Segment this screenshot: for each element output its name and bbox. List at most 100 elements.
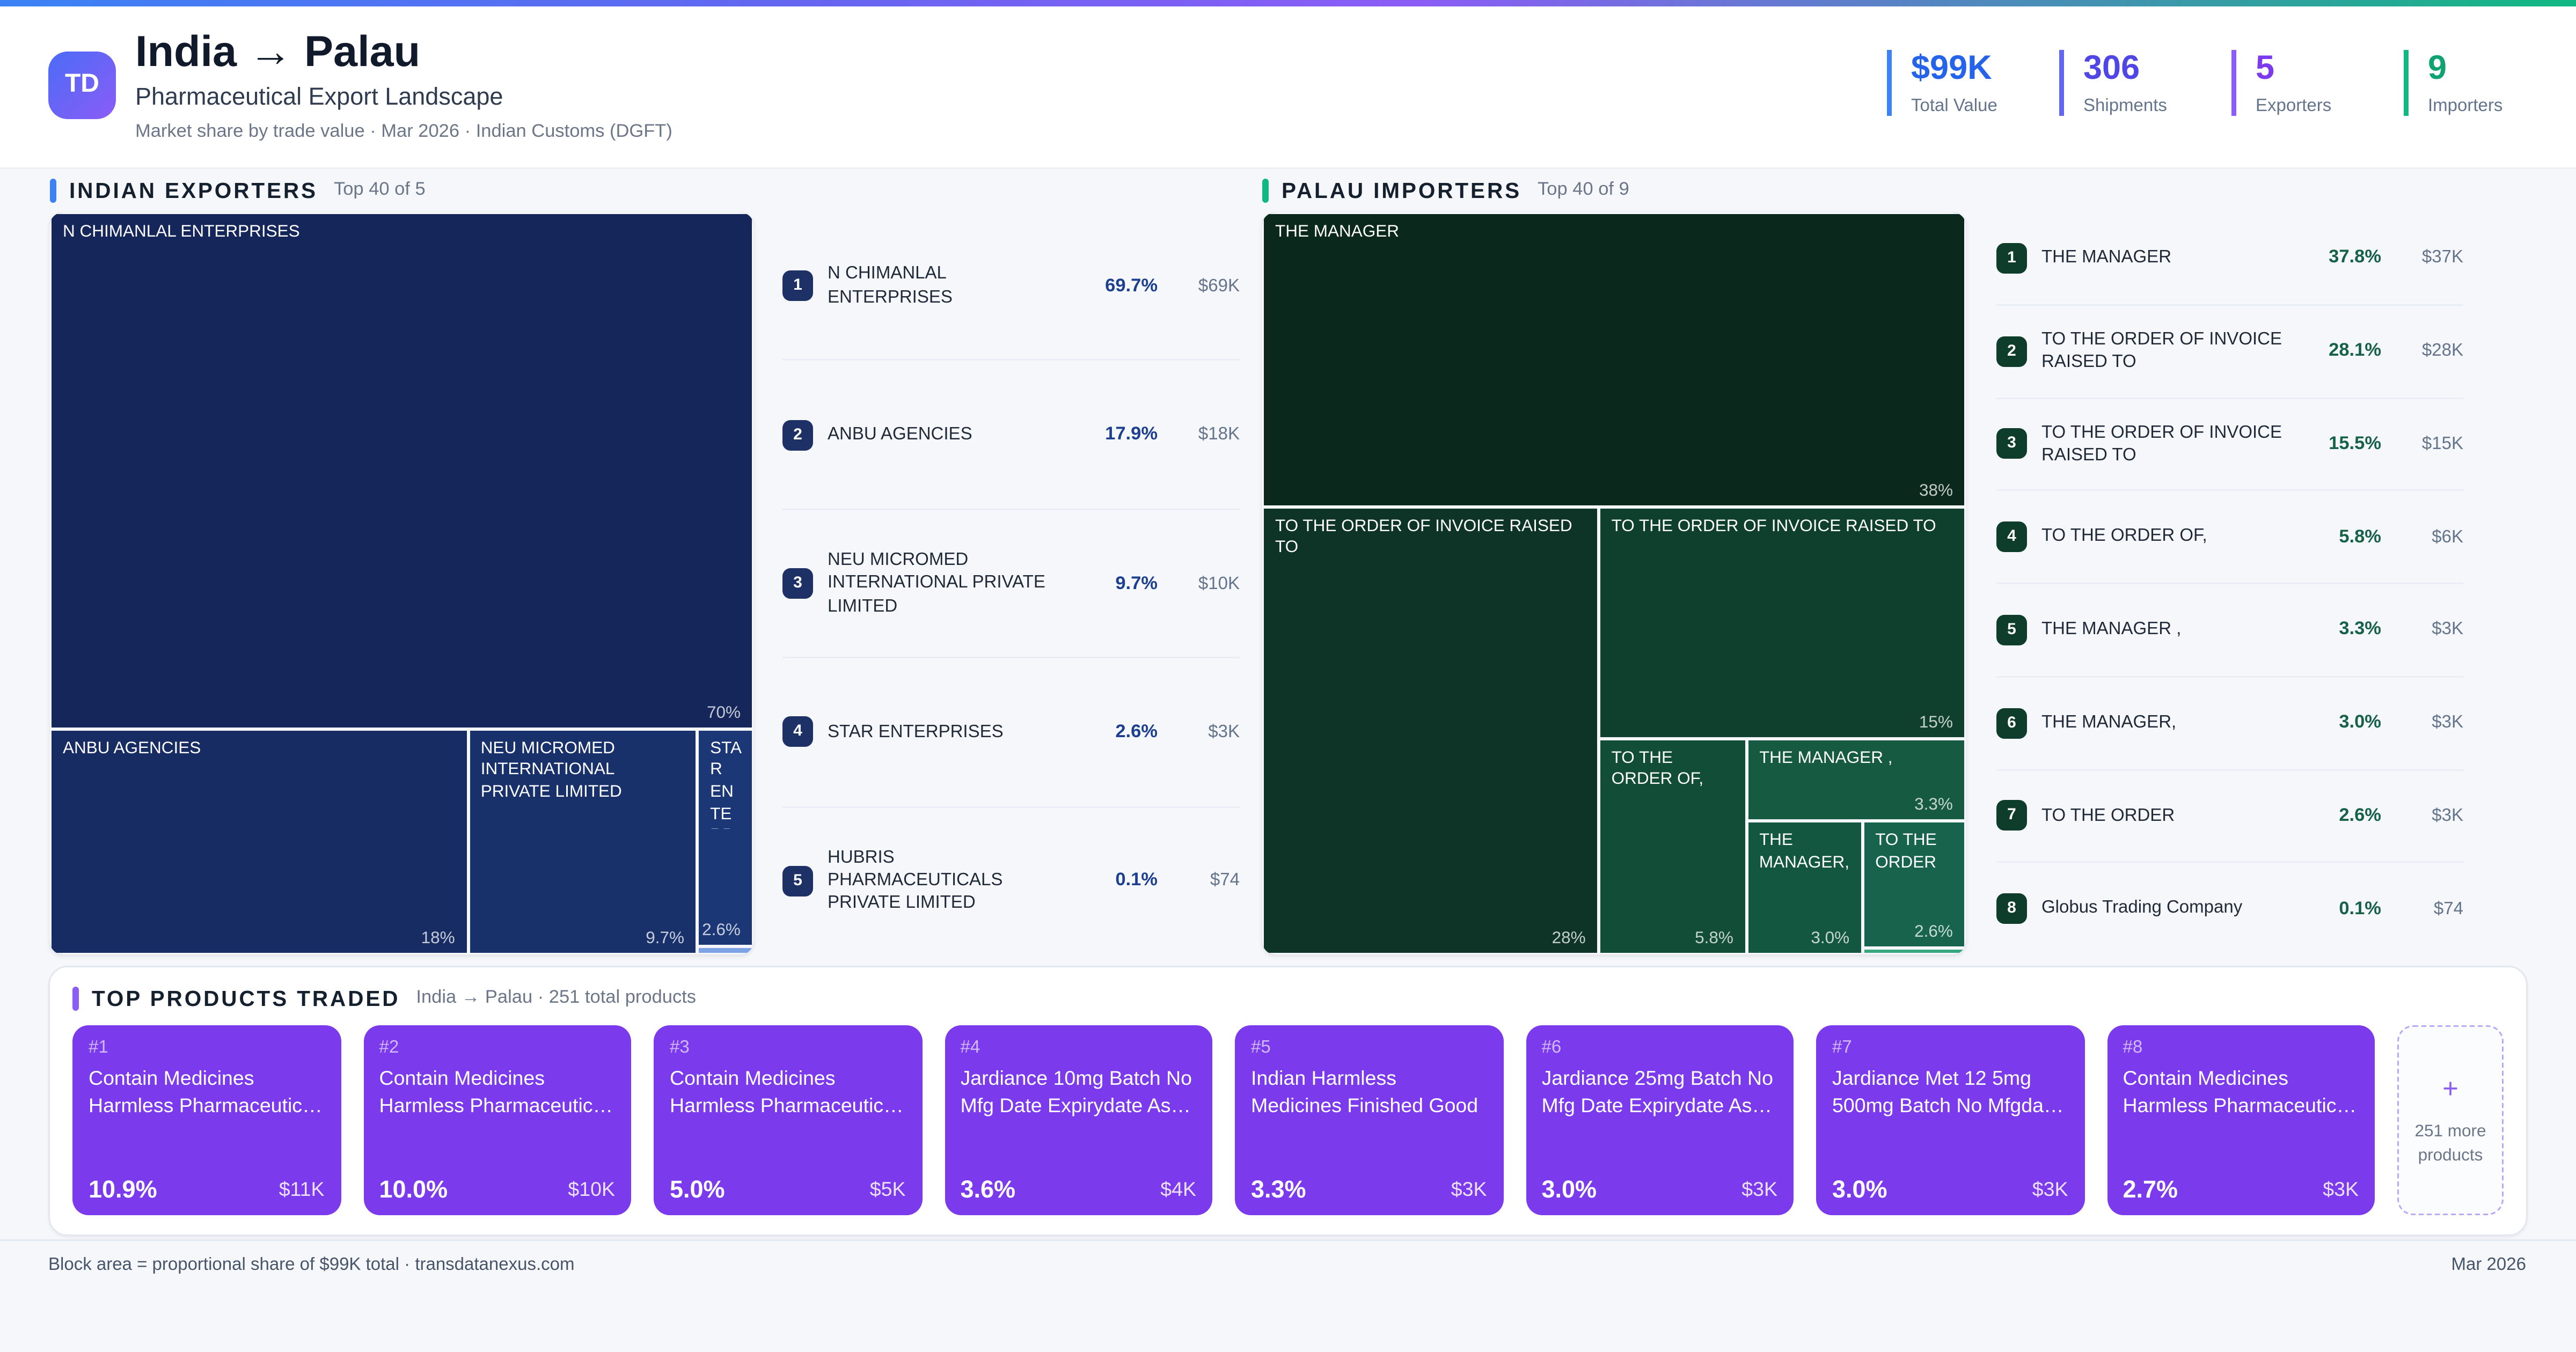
exporter-legend-percent: 2.6% — [1115, 722, 1158, 742]
top-gradient-bar — [0, 0, 2576, 6]
stat-importers: 9 Importers — [2404, 50, 2528, 116]
product-value: $4K — [1160, 1178, 1196, 1201]
products-accent-bar — [72, 986, 79, 1010]
importers-legend: 1 THE MANAGER 37.8% $37K 2 TO THE ORDER OF IN… — [1996, 212, 2463, 954]
importer-block-percent: 3.3% — [1914, 796, 1953, 815]
products-title: TOP PRODUCTS TRADED — [92, 986, 400, 1010]
importer-legend-row[interactable]: 2 TO THE ORDER OF INVOICE RAISED TO 28.1% $… — [1996, 305, 2463, 399]
products-note: India → Palau · 251 total products — [416, 988, 697, 1008]
exporter-treemap-block[interactable]: ANBU AGENCIES 18% — [50, 729, 468, 954]
exporter-legend-row[interactable]: 1 N CHIMANLAL ENTERPRISES 69.7% $69K — [782, 212, 1240, 362]
product-rank: #1 — [89, 1038, 108, 1057]
importer-rank-badge: 6 — [1996, 707, 2027, 738]
importers-section-header: PALAU IMPORTERS Top 40 of 9 — [1262, 177, 1629, 203]
exporter-legend-percent: 9.7% — [1115, 574, 1158, 593]
importer-treemap-block[interactable]: TO THE ORDER OF INVOICE RAISED TO 15% — [1598, 506, 1966, 739]
exporter-legend-row[interactable]: 2 ANBU AGENCIES 17.9% $18K — [782, 361, 1240, 510]
importer-legend-row[interactable]: 8 Globus Trading Company 0.1% $74 — [1996, 863, 2463, 954]
product-value: $11K — [279, 1178, 325, 1201]
importers-note: Top 40 of 9 — [1538, 180, 1629, 200]
exporter-treemap-block[interactable] — [697, 946, 753, 954]
importer-rank-badge: 8 — [1996, 893, 2027, 924]
importer-legend-row[interactable]: 4 TO THE ORDER OF, 5.8% $6K — [1996, 491, 2463, 584]
importer-legend-percent: 2.6% — [2339, 806, 2381, 826]
importer-block-percent: 15% — [1919, 712, 1953, 732]
exporter-legend-row[interactable]: 5 HUBRIS PHARMACEUTICALS PRIVATE LIMITED 0… — [782, 807, 1240, 954]
product-card[interactable]: #6 Jardiance 25mg Batch No Mfg Date Expir… — [1525, 1025, 1794, 1215]
product-card[interactable]: #2 Contain Medicines Harmless Pharmaceuti… — [363, 1025, 631, 1215]
importer-treemap-block[interactable]: THE MANAGER, 3.0% — [1746, 821, 1863, 954]
importer-rank-badge: 4 — [1996, 521, 2027, 553]
product-card[interactable]: #8 Contain Medicines Harmless Pharmaceuti… — [2106, 1025, 2375, 1215]
importer-rank-badge: 7 — [1996, 800, 2027, 832]
footer-date: Mar 2026 — [2451, 1255, 2526, 1275]
product-percent: 10.0% — [379, 1177, 448, 1204]
product-card[interactable]: #7 Jardiance Met 12 5mg 500mg Batch No Mf… — [1816, 1025, 2084, 1215]
exporter-rank-badge: 2 — [782, 419, 813, 450]
exporter-legend-row[interactable]: 4 STAR ENTERPRISES 2.6% $3K — [782, 659, 1240, 807]
importer-legend-row[interactable]: 5 THE MANAGER , 3.3% $3K — [1996, 584, 2463, 678]
stat-exporters: 5 Exporters — [2231, 50, 2355, 116]
product-rank: #7 — [1832, 1038, 1852, 1057]
product-percent: 3.0% — [1541, 1177, 1597, 1204]
exporters-accent-bar — [50, 178, 56, 202]
importer-legend-row[interactable]: 1 THE MANAGER 37.8% $37K — [1996, 212, 2463, 306]
exporter-legend-value: $69K — [1198, 276, 1240, 296]
importer-legend-name: TO THE ORDER — [2041, 806, 2175, 826]
importer-rank-badge: 5 — [1996, 614, 2027, 645]
importer-legend-row[interactable]: 3 TO THE ORDER OF INVOICE RAISED TO 15.5% $… — [1996, 399, 2463, 491]
header: TD India → Palau Pharmaceutical Export L… — [0, 6, 2576, 169]
importer-treemap-block[interactable]: TO THE ORDER OF, 5.8% — [1598, 738, 1746, 954]
importer-legend-percent: 28.1% — [2329, 341, 2381, 361]
exporter-block-percent: 18% — [421, 928, 455, 948]
more-products-label: 251 more products — [2414, 1121, 2486, 1165]
importer-treemap-block[interactable]: TO THE ORDER OF INVOICE RAISED TO 28% — [1262, 506, 1599, 954]
importer-treemap-block[interactable] — [1862, 948, 1966, 954]
product-rank: #4 — [960, 1038, 980, 1057]
importer-rank-badge: 3 — [1996, 429, 2027, 460]
exporter-rank-badge: 1 — [782, 270, 813, 302]
product-value: $10K — [568, 1178, 615, 1201]
footer-note: Block area = proportional share of $99K … — [48, 1255, 575, 1275]
exporters-treemap: N CHIMANLAL ENTERPRISES 70% ANBU AGENCIES 1… — [50, 212, 753, 954]
importer-legend-name: TO THE ORDER OF INVOICE RAISED TO — [2041, 329, 2282, 372]
stat-total-value: $99K Total Value — [1887, 50, 2011, 116]
importer-block-label: THE MANAGER, — [1759, 831, 1849, 873]
exporter-treemap-block[interactable]: N CHIMANLAL ENTERPRISES 70% — [50, 212, 753, 729]
exporter-treemap-block[interactable]: NEU MICROMED INTERNATIONAL PRIVATE LIMIT… — [467, 729, 698, 954]
product-card[interactable]: #1 Contain Medicines Harmless Pharmaceuti… — [72, 1025, 341, 1215]
exporter-block-label: ANBU AGENCIES — [63, 738, 201, 758]
stat-value: 9 — [2428, 50, 2447, 87]
product-name: Indian Harmless Medicines Finished Good — [1251, 1067, 1479, 1117]
exporter-block-percent: 70% — [706, 703, 741, 723]
product-value: $3K — [1451, 1178, 1487, 1201]
importer-block-percent: 28% — [1552, 928, 1586, 948]
importer-treemap-block[interactable]: THE MANAGER , 3.3% — [1746, 738, 1966, 822]
exporter-treemap-block[interactable]: STAR ENTERPRISES 2.6% — [697, 729, 753, 946]
product-name: Jardiance 25mg Batch No Mfg Date Expiryd… — [1541, 1067, 1774, 1117]
exporter-legend-row[interactable]: 3 NEU MICROMED INTERNATIONAL PRIVATE LIMI… — [782, 510, 1240, 659]
exporter-block-percent: 9.7% — [646, 928, 685, 948]
product-card[interactable]: #3 Contain Medicines Harmless Pharmaceuti… — [654, 1025, 922, 1215]
importer-legend-name: THE MANAGER — [2041, 248, 2172, 268]
products-section-header: TOP PRODUCTS TRADED India → Palau · 251 … — [72, 985, 2504, 1011]
importer-treemap-block[interactable]: TO THE ORDER 2.6% — [1862, 821, 1966, 949]
product-rank: #3 — [670, 1038, 690, 1057]
product-card[interactable]: #4 Jardiance 10mg Batch No Mfg Date Expir… — [944, 1025, 1212, 1215]
product-value: $3K — [2032, 1178, 2068, 1201]
importer-legend-row[interactable]: 6 THE MANAGER, 3.0% $3K — [1996, 677, 2463, 770]
product-card[interactable]: #5 Indian Harmless Medicines Finished Goo… — [1235, 1025, 1503, 1215]
more-products-card[interactable]: +251 more products — [2397, 1025, 2504, 1215]
exporter-block-label: STAR ENTERPRISES — [710, 738, 742, 829]
exporter-legend-value: $74 — [1210, 871, 1240, 891]
product-percent: 3.3% — [1251, 1177, 1306, 1204]
stat-shipments: 306 Shipments — [2059, 50, 2183, 116]
importer-legend-value: $37K — [2421, 248, 2463, 268]
exporter-legend-value: $3K — [1208, 722, 1240, 742]
exporter-legend-name: ANBU AGENCIES — [828, 424, 972, 444]
product-percent: 3.0% — [1832, 1177, 1887, 1204]
importer-legend-row[interactable]: 7 TO THE ORDER 2.6% $3K — [1996, 770, 2463, 863]
importer-legend-percent: 15.5% — [2329, 434, 2381, 454]
importer-treemap-block[interactable]: THE MANAGER 38% — [1262, 212, 1966, 506]
importer-legend-name: THE MANAGER, — [2041, 712, 2177, 732]
